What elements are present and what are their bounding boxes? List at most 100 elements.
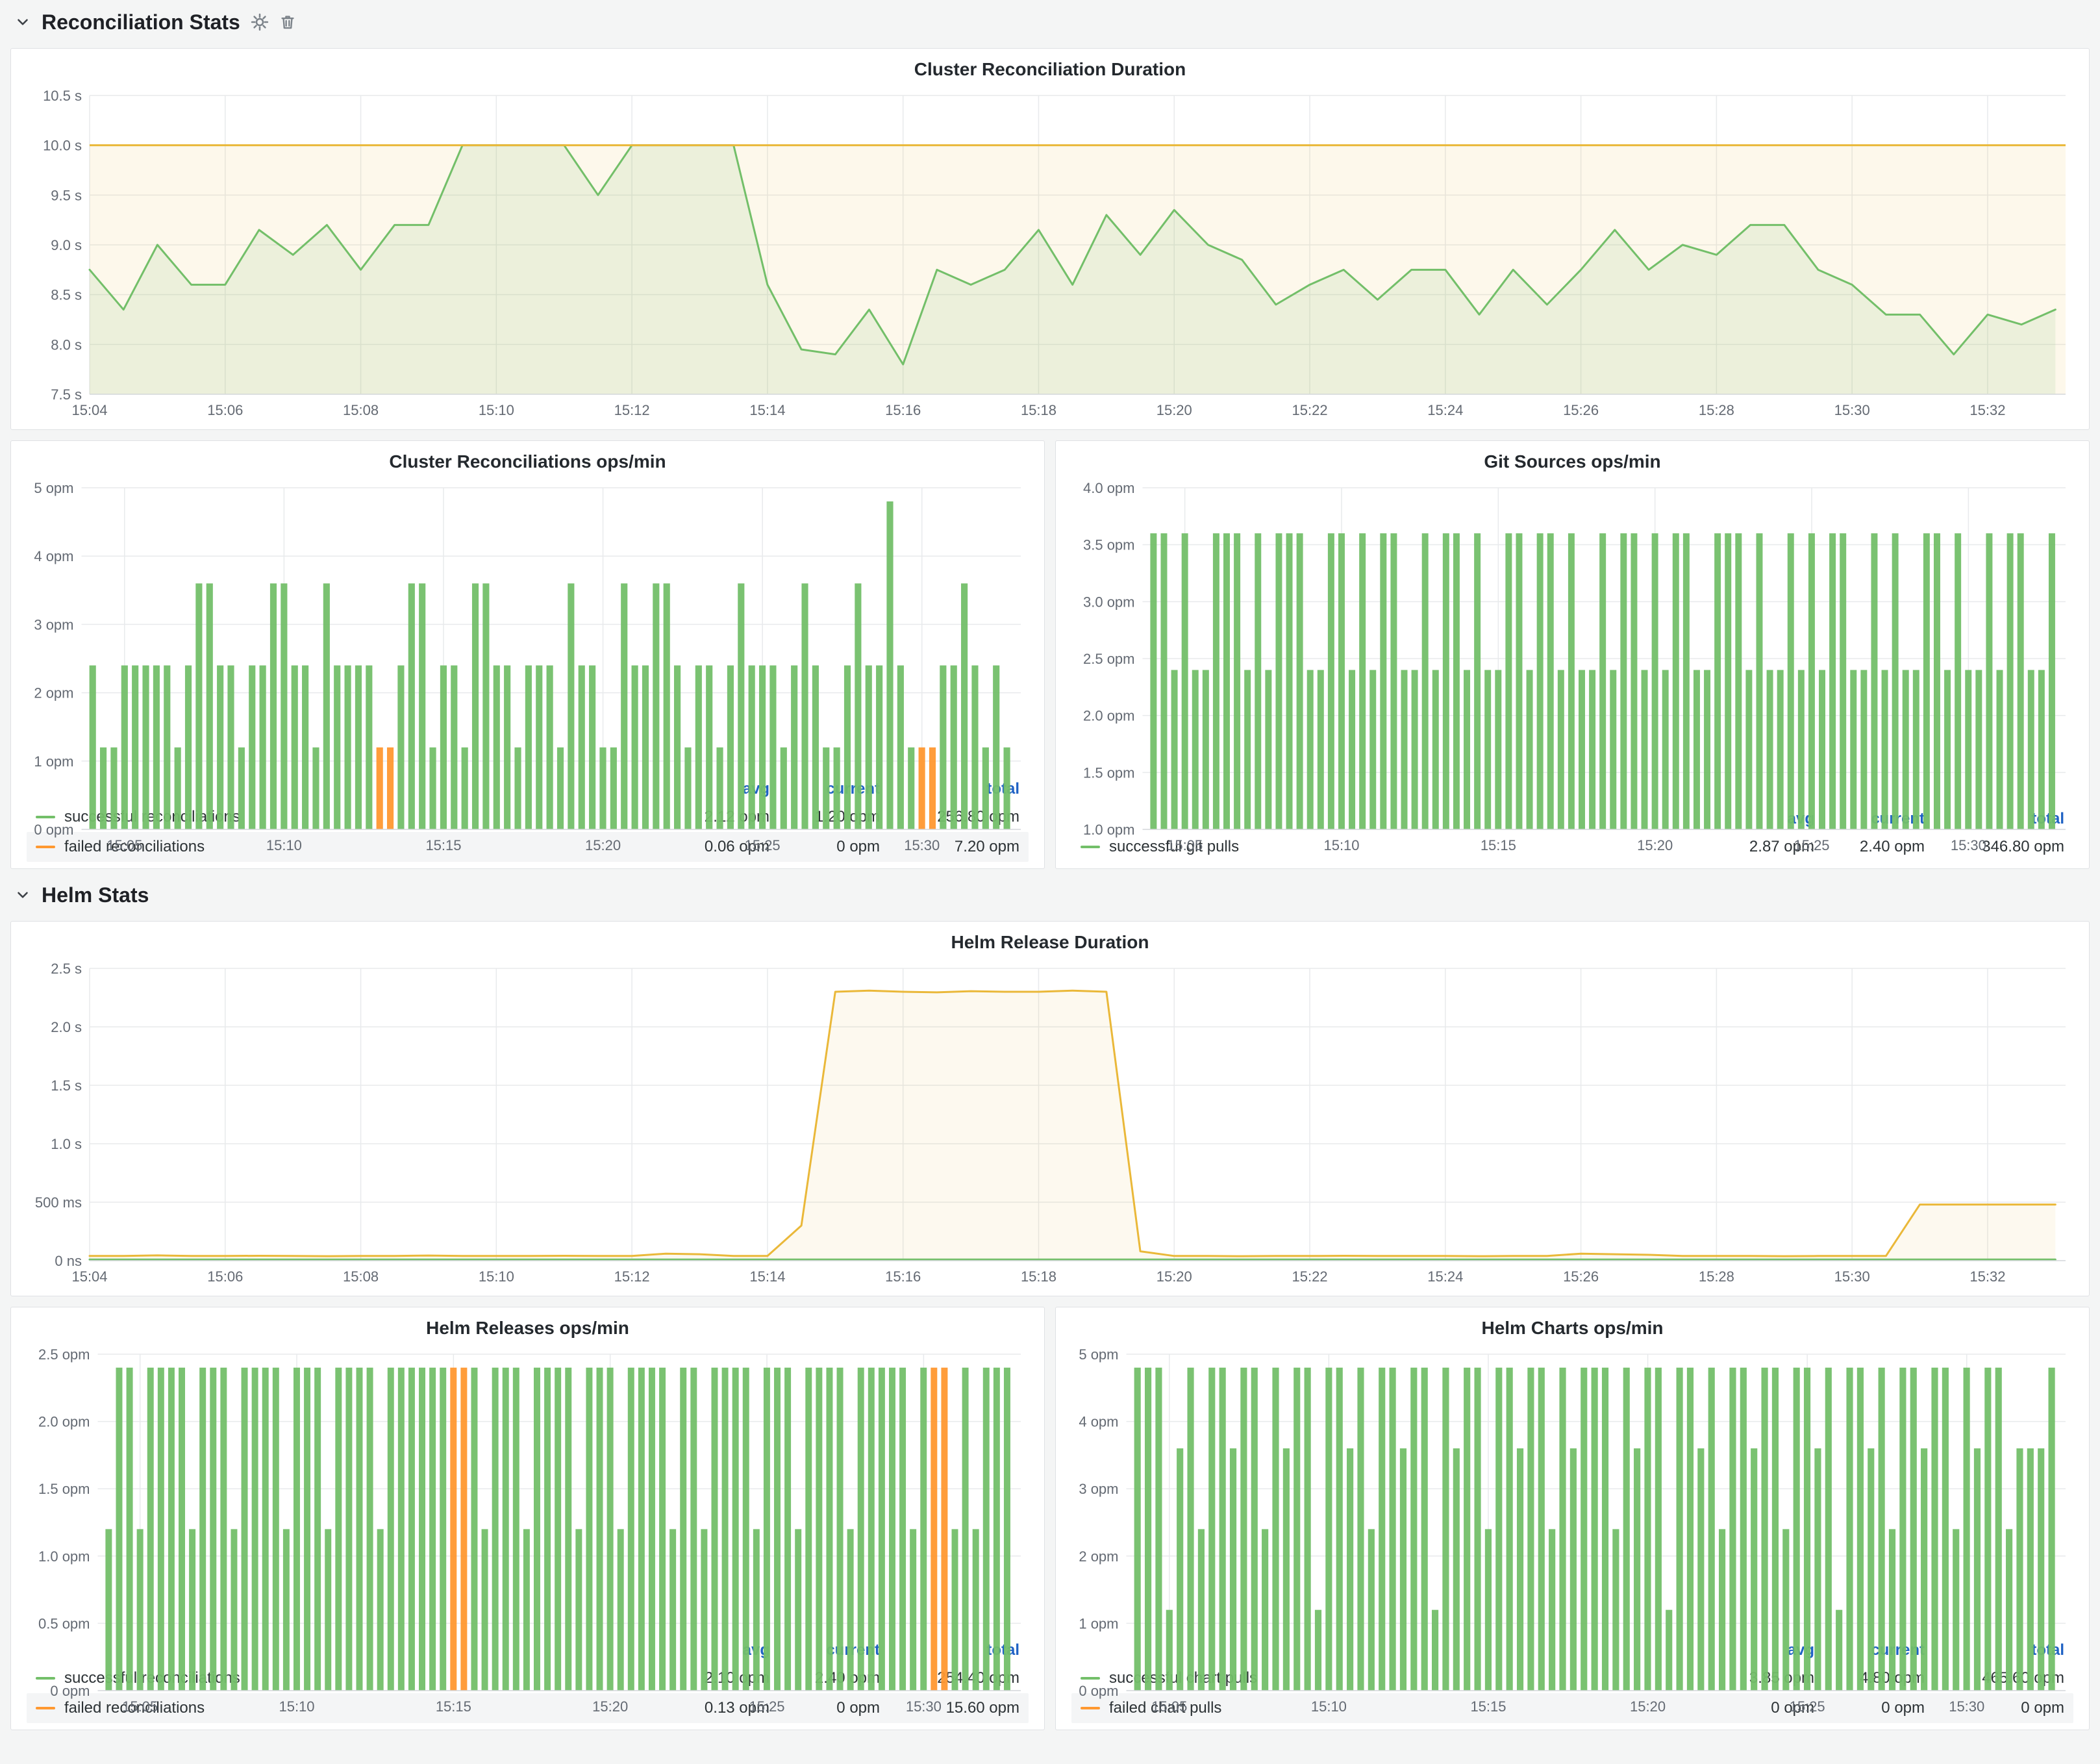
chevron-down-icon[interactable] [14, 887, 31, 903]
series-bar [1347, 1448, 1353, 1691]
series-bar [1589, 670, 1595, 829]
series-bar [1729, 1368, 1736, 1691]
svg-text:15:20: 15:20 [1630, 1698, 1666, 1715]
series-bar [1570, 1448, 1577, 1691]
series-bar [345, 666, 351, 829]
series-bar [1836, 1610, 1842, 1691]
series-bar [2038, 670, 2045, 829]
series-bar [897, 666, 904, 829]
cluster-duration-chart[interactable]: 15:0415:0615:0815:1015:1215:1415:1615:18… [23, 85, 2077, 424]
series-bar [132, 666, 138, 829]
series-bar [1666, 1610, 1672, 1691]
gear-icon[interactable] [251, 13, 269, 31]
svg-text:15:14: 15:14 [749, 402, 785, 418]
cluster-reconciliations-chart[interactable]: 15:0515:1015:1515:2015:2515:300 opm1 opm… [23, 477, 1032, 774]
series-bar [1283, 1448, 1290, 1691]
series-bar [684, 748, 691, 829]
series-bar [2028, 670, 2034, 829]
svg-text:15:14: 15:14 [749, 1268, 785, 1285]
series-bar [1527, 1368, 1534, 1691]
section-title-reconciliation[interactable]: Reconciliation Stats [42, 10, 240, 34]
series-bar [217, 666, 223, 829]
svg-text:15:26: 15:26 [1563, 1268, 1599, 1285]
series-bar [1527, 670, 1533, 829]
trash-icon[interactable] [279, 14, 296, 31]
series-bar [1505, 533, 1512, 829]
series-bar [504, 666, 510, 829]
series-bar [1868, 1448, 1874, 1691]
svg-text:0.5 opm: 0.5 opm [38, 1615, 90, 1632]
series-bar [1495, 1368, 1502, 1691]
series-bar [262, 1368, 269, 1691]
series-bar [429, 748, 436, 829]
series-bar [440, 666, 447, 829]
series-bar [513, 1368, 519, 1691]
panel-title-cluster-reconciliations[interactable]: Cluster Reconciliations ops/min [23, 449, 1032, 477]
series-bar [1234, 533, 1240, 829]
series-bar [727, 666, 734, 829]
panel-title-helm-charts[interactable]: Helm Charts ops/min [1068, 1315, 2077, 1344]
series-bar [664, 583, 670, 829]
panel-title-git-sources[interactable]: Git Sources ops/min [1068, 449, 2077, 477]
svg-text:15:22: 15:22 [1292, 1268, 1328, 1285]
series-bar [823, 748, 829, 829]
panel-title-cluster-duration[interactable]: Cluster Reconciliation Duration [23, 57, 2077, 85]
series-bar [462, 748, 468, 829]
helm-releases-chart[interactable]: 15:0515:1015:1515:2015:2515:300 opm0.5 o… [23, 1344, 1032, 1635]
section-header-helm: Helm Stats [10, 879, 2090, 911]
series-bar [1740, 1368, 1747, 1691]
series-bar [419, 1368, 425, 1691]
series-bar [1198, 1529, 1205, 1691]
series-bar [1610, 670, 1616, 829]
section-title-helm[interactable]: Helm Stats [42, 883, 149, 907]
series-bar [1984, 1368, 1991, 1691]
series-bar [105, 1529, 112, 1691]
series-bar [1602, 1368, 1608, 1691]
series-bar [1857, 1368, 1864, 1691]
series-bar [471, 1368, 477, 1691]
svg-text:15:30: 15:30 [1834, 1268, 1870, 1285]
series-bar [1923, 533, 1930, 829]
series-bar [408, 1368, 415, 1691]
series-bar [1642, 670, 1648, 829]
series-bar [220, 1368, 227, 1691]
series-bar [1464, 670, 1470, 829]
series-bar [858, 1368, 864, 1691]
helm-charts-chart[interactable]: 15:0515:1015:1515:2015:2515:300 opm1 opm… [1068, 1344, 2077, 1635]
svg-text:15:18: 15:18 [1021, 1268, 1056, 1285]
series-bar [784, 1368, 791, 1691]
svg-text:15:12: 15:12 [614, 402, 650, 418]
series-bar [764, 1368, 770, 1691]
svg-text:7.5 s: 7.5 s [51, 386, 82, 403]
series-bar [1442, 1368, 1449, 1691]
chart-canvas: 15:0515:1015:1515:2015:2515:300 opm0.5 o… [23, 1344, 1032, 1720]
series-bar [534, 1368, 540, 1691]
svg-text:5 opm: 5 opm [1079, 1346, 1118, 1363]
series-bar [743, 1368, 749, 1691]
series-bar [127, 1368, 133, 1691]
chevron-down-icon[interactable] [14, 14, 31, 31]
series-bar [653, 583, 659, 829]
panel-title-helm-releases[interactable]: Helm Releases ops/min [23, 1315, 1032, 1344]
helm-duration-chart[interactable]: 15:0415:0615:0815:1015:1215:1415:1615:18… [23, 958, 2077, 1291]
series-bar [312, 748, 319, 829]
series-bar [1934, 533, 1940, 829]
series-bar [1265, 670, 1271, 829]
series-bar [805, 1368, 812, 1691]
svg-text:15:10: 15:10 [1311, 1698, 1347, 1715]
series-bar [1166, 1610, 1173, 1691]
svg-text:15:22: 15:22 [1292, 402, 1328, 418]
series-bar [90, 666, 96, 829]
series-bar [1315, 1610, 1321, 1691]
svg-text:15:24: 15:24 [1427, 402, 1463, 418]
panel-title-helm-duration[interactable]: Helm Release Duration [23, 929, 2077, 958]
series-bar [472, 583, 479, 829]
svg-text:10.5 s: 10.5 s [43, 88, 82, 104]
series-bar [1369, 670, 1376, 829]
git-sources-chart[interactable]: 15:0515:1015:1515:2015:2515:301.0 opm1.5… [1068, 477, 2077, 803]
series-bar [1995, 1368, 2002, 1691]
series-bar [1272, 1368, 1279, 1691]
series-bar [1401, 670, 1408, 829]
series-bar [525, 666, 532, 829]
series-bar [1652, 533, 1658, 829]
